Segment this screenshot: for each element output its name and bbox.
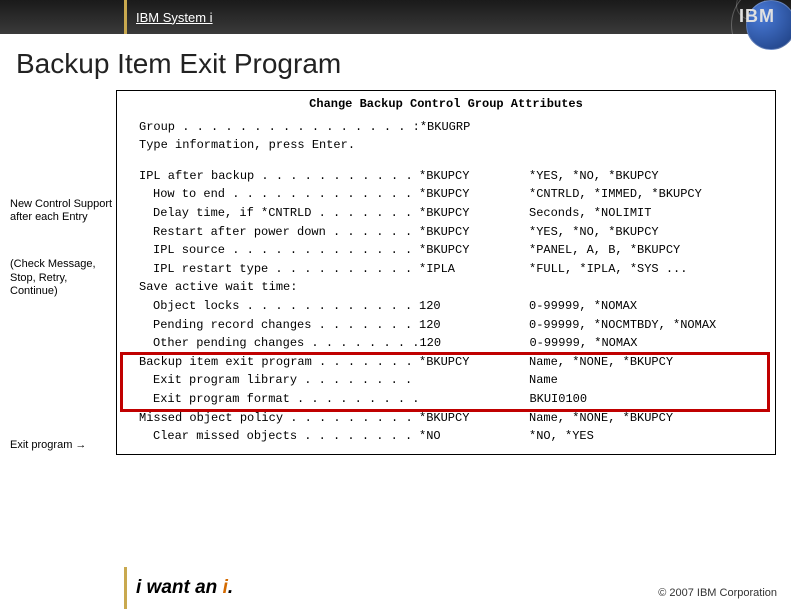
type-info: Type information, press Enter.: [139, 136, 355, 155]
terminal-row: Other pending changes . . . . . . . .120…: [125, 334, 767, 353]
row-value: [419, 390, 529, 409]
footer: i want an i. © 2007 IBM Corporation: [0, 567, 791, 609]
note-exit-program: Exit program →: [10, 438, 116, 452]
row-options: Name: [529, 371, 767, 390]
row-label: IPL source . . . . . . . . . . . . .: [153, 241, 419, 260]
main-content: New Control Support after each Entry (Ch…: [0, 90, 791, 455]
note-check: (Check Message, Stop, Retry, Continue): [10, 258, 116, 298]
row-label: Exit program library . . . . . . . .: [153, 371, 419, 390]
terminal-row: IPL after backup . . . . . . . . . . .*B…: [125, 167, 767, 186]
group-value: *BKUGRP: [420, 118, 530, 137]
row-label: Exit program format . . . . . . . . .: [153, 390, 419, 409]
row-label: Restart after power down . . . . . .: [153, 223, 419, 242]
row-options: 0-99999, *NOCMTBDY, *NOMAX: [529, 316, 767, 335]
terminal-title: Change Backup Control Group Attributes: [125, 95, 767, 114]
row-value: *BKUPCY: [419, 185, 529, 204]
row-value: 120: [419, 334, 529, 353]
row-value: *BKUPCY: [419, 241, 529, 260]
left-annotations: New Control Support after each Entry (Ch…: [10, 90, 116, 455]
row-value: *NO: [419, 427, 529, 446]
ibm-logo: IBM: [739, 6, 775, 27]
row-label: Delay time, if *CNTRLD . . . . . . .: [153, 204, 419, 223]
terminal-row: How to end . . . . . . . . . . . . .*BKU…: [125, 185, 767, 204]
row-value: *BKUPCY: [419, 204, 529, 223]
group-label: Group . . . . . . . . . . . . . . . . :: [139, 118, 420, 137]
row-options: Name, *NONE, *BKUPCY: [529, 409, 767, 428]
terminal-row: IPL source . . . . . . . . . . . . .*BKU…: [125, 241, 767, 260]
note-new-control: New Control Support after each Entry: [10, 198, 116, 224]
row-label: How to end . . . . . . . . . . . . .: [153, 185, 419, 204]
row-label: Clear missed objects . . . . . . . .: [153, 427, 419, 446]
row-options: Name, *NONE, *BKUPCY: [529, 353, 767, 372]
row-label: Pending record changes . . . . . . .: [153, 316, 419, 335]
header-band: IBM System i IBM: [0, 0, 791, 34]
row-value: *BKUPCY: [419, 409, 529, 428]
system-title: IBM System i: [136, 10, 213, 25]
tagline-pre: i want an: [136, 577, 223, 598]
row-value: *IPLA: [419, 260, 529, 279]
row-options: 0-99999, *NOMAX: [529, 297, 767, 316]
row-options: *PANEL, A, B, *BKUPCY: [529, 241, 767, 260]
gold-divider: [124, 0, 127, 34]
row-value: [419, 371, 529, 390]
row-options: 0-99999, *NOMAX: [529, 334, 767, 353]
row-label: Missed object policy . . . . . . . . .: [139, 409, 419, 428]
terminal-row: Restart after power down . . . . . .*BKU…: [125, 223, 767, 242]
page-title: Backup Item Exit Program: [16, 48, 791, 80]
row-options: *YES, *NO, *BKUPCY: [529, 167, 767, 186]
terminal-row: Backup item exit program . . . . . . .*B…: [125, 353, 767, 372]
row-label: IPL restart type . . . . . . . . . .: [153, 260, 419, 279]
row-options: *NO, *YES: [529, 427, 767, 446]
group-row: Group . . . . . . . . . . . . . . . . : …: [125, 118, 767, 137]
terminal-row: Save active wait time:: [125, 278, 767, 297]
row-options: BKUI0100: [529, 390, 767, 409]
terminal-row: Pending record changes . . . . . . .1200…: [125, 316, 767, 335]
row-label: Save active wait time:: [139, 278, 419, 297]
row-options: [529, 278, 767, 297]
copyright: © 2007 IBM Corporation: [658, 587, 777, 599]
terminal-row: IPL restart type . . . . . . . . . .*IPL…: [125, 260, 767, 279]
tagline: i want an i.: [136, 577, 233, 599]
row-options: *CNTRLD, *IMMED, *BKUPCY: [529, 185, 767, 204]
row-label: Object locks . . . . . . . . . . . .: [153, 297, 419, 316]
row-options: *FULL, *IPLA, *SYS ...: [529, 260, 767, 279]
terminal-panel: Change Backup Control Group Attributes G…: [116, 90, 776, 455]
row-value: *BKUPCY: [419, 223, 529, 242]
row-options: Seconds, *NOLIMIT: [529, 204, 767, 223]
row-value: 120: [419, 297, 529, 316]
row-value: *BKUPCY: [419, 167, 529, 186]
row-value: 120: [419, 316, 529, 335]
type-info-row: Type information, press Enter.: [125, 136, 767, 155]
terminal-rows: IPL after backup . . . . . . . . . . .*B…: [125, 167, 767, 446]
terminal-row: Clear missed objects . . . . . . . .*NO*…: [125, 427, 767, 446]
terminal-row: Object locks . . . . . . . . . . . .1200…: [125, 297, 767, 316]
tagline-post: .: [228, 577, 233, 598]
gold-divider-footer: [124, 567, 127, 609]
terminal-row: Exit program library . . . . . . . . Name: [125, 371, 767, 390]
row-label: Other pending changes . . . . . . . .: [153, 334, 419, 353]
terminal-row: Missed object policy . . . . . . . . .*B…: [125, 409, 767, 428]
row-value: [419, 278, 529, 297]
terminal-row: Delay time, if *CNTRLD . . . . . . .*BKU…: [125, 204, 767, 223]
terminal-row: Exit program format . . . . . . . . . BKU…: [125, 390, 767, 409]
row-label: IPL after backup . . . . . . . . . . .: [139, 167, 419, 186]
row-value: *BKUPCY: [419, 353, 529, 372]
row-options: *YES, *NO, *BKUPCY: [529, 223, 767, 242]
row-label: Backup item exit program . . . . . . .: [139, 353, 419, 372]
spacer: [125, 155, 767, 167]
